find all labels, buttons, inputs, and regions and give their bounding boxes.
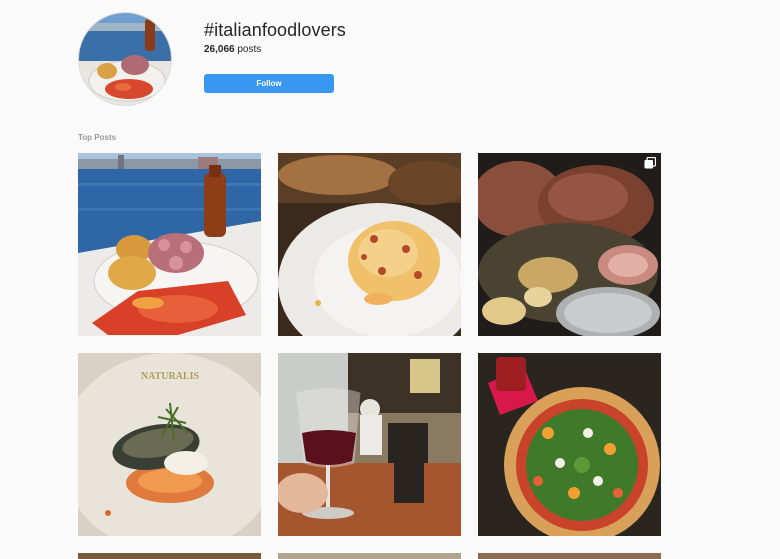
post-image-steak bbox=[478, 153, 661, 336]
post-tile-9-partial[interactable] bbox=[478, 553, 661, 559]
post-image-partial-3 bbox=[478, 553, 661, 559]
post-tile-2[interactable] bbox=[278, 153, 461, 336]
post-tile-1[interactable] bbox=[78, 153, 261, 336]
follow-button[interactable]: Follow bbox=[204, 74, 334, 93]
post-tile-3[interactable] bbox=[478, 153, 661, 336]
hashtag-avatar bbox=[78, 12, 172, 106]
post-image-seafront bbox=[78, 153, 261, 336]
top-posts-heading: Top Posts bbox=[78, 133, 117, 142]
post-image-restaurant bbox=[278, 353, 461, 536]
post-image-pizza bbox=[478, 353, 661, 536]
post-count-suffix: posts bbox=[234, 44, 262, 55]
post-image-pasta bbox=[278, 153, 461, 336]
post-tile-5[interactable] bbox=[278, 353, 461, 536]
post-tile-4[interactable]: NATURALIS bbox=[78, 353, 261, 536]
post-count: 26,066 posts bbox=[204, 44, 261, 55]
post-image-eggplant: NATURALIS bbox=[78, 353, 261, 536]
carousel-icon bbox=[644, 157, 656, 169]
post-tile-6[interactable] bbox=[478, 353, 661, 536]
post-tile-7-partial[interactable] bbox=[78, 553, 261, 559]
post-count-number: 26,066 bbox=[204, 44, 235, 55]
hashtag-title: #italianfoodlovers bbox=[204, 20, 346, 40]
post-image-partial-1 bbox=[78, 553, 261, 559]
post-tile-8-partial[interactable] bbox=[278, 553, 461, 559]
plate-logo-text: NATURALIS bbox=[141, 371, 200, 382]
post-image-partial-2 bbox=[278, 553, 461, 559]
